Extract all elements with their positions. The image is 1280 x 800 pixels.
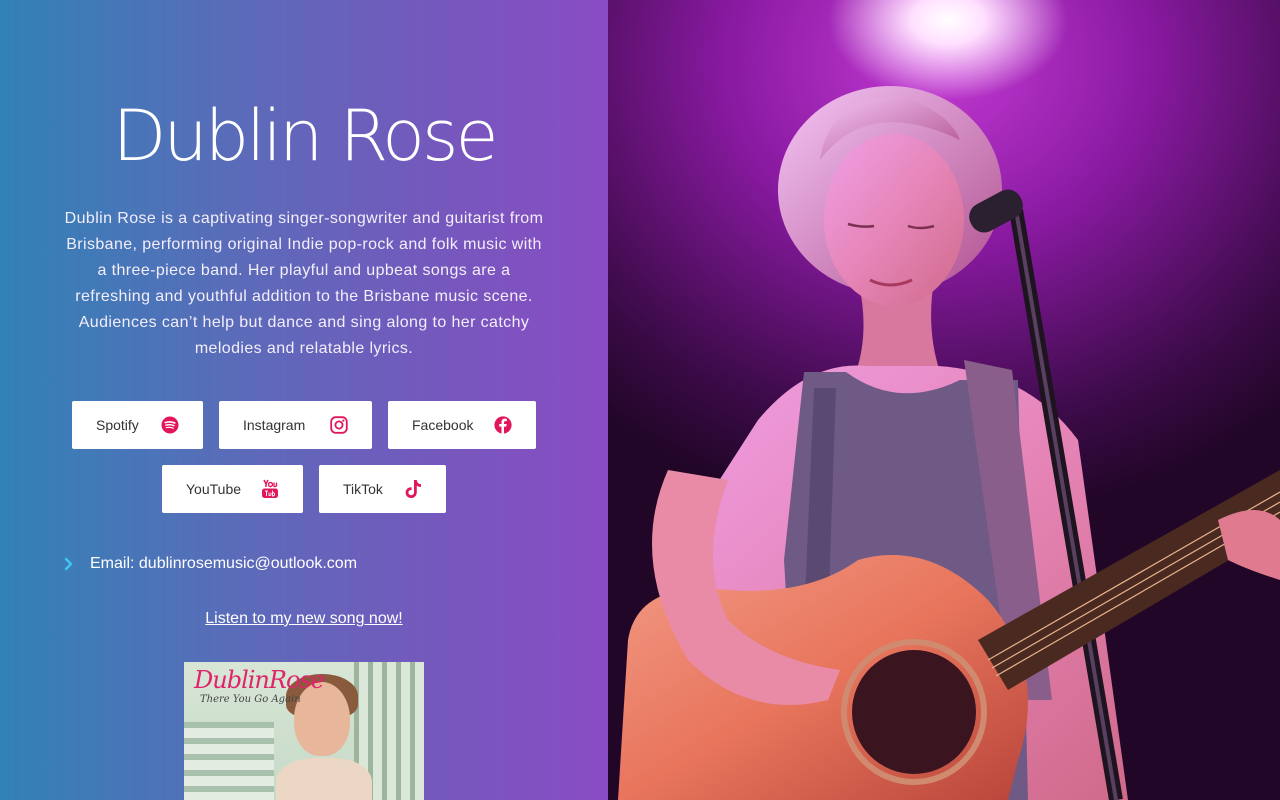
youtube-icon (261, 479, 279, 499)
spotify-icon (161, 416, 179, 434)
facebook-label: Facebook (412, 417, 474, 433)
cover-subtitle-text: There You Go Again (200, 694, 301, 705)
instagram-label: Instagram (243, 417, 306, 433)
bio-text: Dublin Rose is a captivating singer-song… (64, 210, 544, 357)
cover-stairs (184, 722, 274, 800)
chevron-right-icon (64, 557, 90, 571)
listen-link[interactable]: Listen to my new song now! (0, 610, 608, 628)
tiktok-button[interactable]: TikTok (319, 465, 446, 513)
page-title: Dublin Rose (112, 95, 498, 177)
cover-brand-text: DublinRose (194, 666, 325, 694)
tiktok-label: TikTok (343, 481, 383, 497)
performer-illustration (618, 86, 1280, 800)
cover-figure-body (276, 758, 372, 800)
instagram-button[interactable]: Instagram (219, 401, 372, 449)
facebook-button[interactable]: Facebook (388, 401, 536, 449)
spotify-button[interactable]: Spotify (72, 401, 203, 449)
youtube-label: YouTube (186, 481, 242, 497)
youtube-button[interactable]: YouTube (162, 465, 303, 513)
instagram-icon (330, 416, 348, 434)
hero-photo (608, 0, 1280, 800)
bio-panel: Dublin Rose Dublin Rose is a captivating… (0, 0, 608, 800)
email-contact: Email: dublinrosemusic@outlook.com (64, 555, 357, 573)
email-text[interactable]: Email: dublinrosemusic@outlook.com (90, 555, 357, 573)
tiktok-icon (404, 479, 422, 499)
facebook-icon (494, 416, 512, 434)
spotify-label: Spotify (96, 417, 139, 433)
album-cover-image[interactable]: DublinRose There You Go Again (184, 662, 424, 800)
